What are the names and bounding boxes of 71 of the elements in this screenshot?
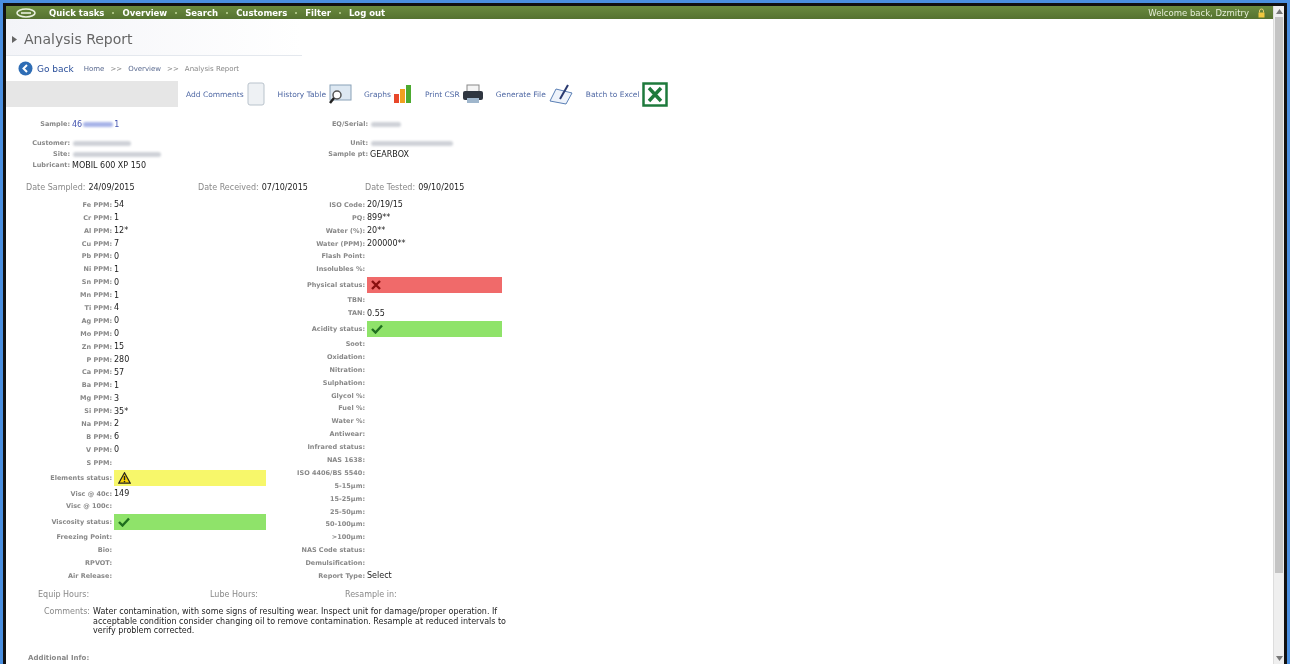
redacted-text [73,140,131,146]
field-value: 12* [114,226,129,236]
field-value: 899** [367,213,391,223]
scroll-thumb[interactable] [1275,17,1283,573]
field-value: 280 [114,355,130,364]
field-value: Select [367,571,392,581]
field-value: 3 [114,393,120,403]
lock-icon [1258,7,1265,18]
redacted-text [371,121,401,127]
document-icon [245,82,266,107]
field-value: 20** [367,226,386,236]
field-value: 09/10/2015 [418,183,465,193]
field-value: 15 [114,342,125,352]
field-value: 0 [114,251,120,261]
field-value: 54 [114,200,125,210]
welcome-text: Welcome back, Dzmitry [1148,7,1249,18]
field-label: Date Sampled: [26,183,86,193]
field-value: 57 [114,367,125,377]
checkmark-icon [371,323,383,334]
redacted-text [83,121,114,127]
caret-icon [12,35,17,43]
comments-text: Water contamination, with some signs of resulting wear. Inspect unit for damage/proper operation. If acceptable condition consider changing oil to remove contamination. Resample at reduced intervals to verify problem corrected. [93,607,507,635]
nav-link[interactable]: Overview [122,7,168,18]
sample-number: 46 [72,119,83,129]
field-value: 0 [114,316,120,326]
field-value: 0 [114,329,120,339]
nav-link[interactable]: Search [185,7,219,18]
go-back-link[interactable]: Go back [18,61,74,77]
spreadsheet-icon [641,81,668,107]
field-value: 20/19/15 [367,200,403,210]
nav-link[interactable]: Log out [348,7,386,18]
field-value: 1 [114,290,120,300]
field-value: 149 [114,489,130,499]
scroll-down-icon[interactable] [1275,656,1283,661]
scroll-up-icon[interactable] [1275,9,1283,14]
cross-icon [371,279,381,290]
page-title: Analysis Report [24,31,133,48]
field-value: 07/10/2015 [261,183,308,193]
sample-number: 1 [114,119,120,129]
field-value: 4 [114,303,120,313]
field-value: 35* [114,406,129,416]
field-value: GEARBOX [370,149,409,159]
field-label: Equip Hours: [38,590,91,600]
checkmark-icon [118,516,130,527]
field-value: 0 [114,445,120,455]
printer-icon [461,84,484,105]
table-magnifier-icon [328,83,353,106]
nav-link[interactable]: Customers [236,7,288,18]
field-value: 1 [114,380,120,390]
field-value: 6 [114,432,120,442]
field-value: 7 [114,239,120,248]
field-value: 1 [114,264,120,274]
field-label: Lube Hours: [210,590,260,600]
field-label: Comments: [44,607,91,619]
scrollbar[interactable] [1273,6,1284,664]
pen-paper-icon [547,83,574,106]
field-value: 24/09/2015 [88,183,135,193]
nav-link[interactable]: Quick tasks [49,7,105,18]
field-value: 1 [114,213,120,223]
nav-link[interactable]: Filter [305,7,331,18]
field-label: Resample in: [345,590,398,600]
field-value: 0.55 [367,308,385,318]
field-value: 2 [114,419,120,429]
logo-icon [16,7,36,18]
field-value: 200000** [367,239,406,248]
field-label: Date Tested: [365,183,416,193]
field-value: MOBIL 600 XP 150 [72,160,146,170]
warning-icon [118,472,131,485]
field-value: 0 [114,277,120,287]
field-label: Date Received: [198,183,259,193]
bar-chart-icon [392,84,413,105]
